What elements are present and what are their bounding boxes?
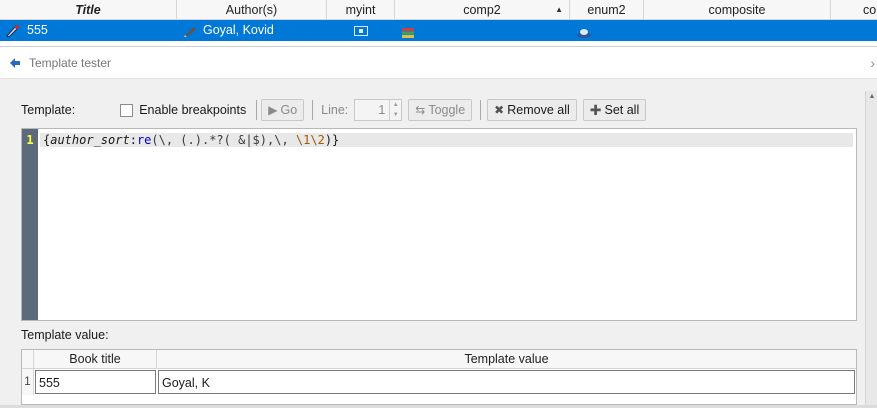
row-myint-cell — [327, 20, 395, 41]
library-selected-row[interactable]: 555 Goyal, Kovid — [0, 20, 877, 41]
template-toolbar: Template: Enable breakpoints ▶ Go Line: … — [21, 97, 647, 123]
enable-breakpoints-checkbox[interactable] — [120, 103, 134, 117]
set-all-label: Set all — [604, 103, 640, 117]
results-header-template-value[interactable]: Template value — [157, 350, 856, 368]
toolbar-separator — [312, 100, 314, 120]
spin-arrows-icon[interactable]: ▲ ▼ — [389, 100, 401, 120]
column-header-comp2-label: comp2 — [463, 3, 501, 17]
row-enum2-cell — [570, 20, 644, 41]
line-value: 1 — [378, 103, 386, 117]
toolbar-separator — [480, 100, 482, 120]
result-book-title[interactable]: 555 — [35, 370, 156, 394]
toolbar-separator — [256, 100, 258, 120]
column-header-title[interactable]: Title — [0, 0, 177, 20]
books-stack-icon — [401, 25, 415, 38]
remove-all-label: Remove all — [507, 103, 570, 117]
go-button[interactable]: ▶ Go — [261, 99, 305, 121]
remove-icon: ✖ — [494, 103, 505, 117]
row-author: Goyal, Kovid — [203, 23, 274, 37]
code-backref-2: \2 — [310, 133, 325, 147]
line-number: 1 — [26, 133, 34, 147]
template-value-label: Template value: — [21, 328, 109, 342]
vertical-scrollbar[interactable]: ▲ — [865, 91, 877, 408]
results-corner — [22, 350, 34, 368]
scroll-up-icon[interactable]: ▲ — [866, 91, 877, 103]
enable-breakpoints-label[interactable]: Enable breakpoints — [139, 103, 246, 117]
row-index: 1 — [22, 369, 34, 395]
table-row[interactable]: 1 555 Goyal, K — [22, 369, 856, 395]
code-line[interactable]: {author_sort:re(\, (.).*?( &|$),\, \1\2)… — [40, 133, 853, 147]
row-title-cell: 555 — [0, 20, 177, 41]
enum-icon — [576, 25, 592, 38]
row-author-cell: Goyal, Kovid — [177, 20, 327, 41]
remove-all-button[interactable]: ✖ Remove all — [487, 99, 577, 121]
chevron-right-icon[interactable]: › — [870, 55, 875, 71]
template-editor[interactable]: 1 {author_sort:re(\, (.).*?( &|$),\, \1\… — [21, 128, 857, 321]
code-colon: : — [129, 133, 137, 147]
line-label: Line: — [321, 103, 349, 117]
toggle-label: Toggle — [428, 103, 466, 117]
row-title: 555 — [27, 23, 48, 37]
template-label: Template: — [21, 103, 76, 117]
code-backref-1: \1 — [295, 133, 311, 147]
row-composite-cell — [644, 20, 831, 41]
dialog-title: Template tester — [29, 55, 112, 70]
plus-icon: ✚ — [589, 101, 602, 118]
code-brace-close: )} — [324, 133, 340, 147]
column-header-composite[interactable]: composite — [644, 0, 831, 20]
line-gutter: 1 — [22, 129, 38, 320]
toggle-icon: ⇆ — [415, 103, 426, 117]
code-keyword: re — [136, 133, 152, 147]
code-function-name: author_sort — [50, 133, 130, 147]
results-table: Book title Template value 1 555 Goyal, K — [21, 349, 857, 405]
dialog-titlebar: Template tester — [0, 47, 877, 79]
sort-ascending-icon: ▲ — [555, 5, 563, 14]
row-comp2-cell — [395, 20, 570, 41]
column-header-co[interactable]: co — [831, 0, 877, 20]
author-icon — [183, 24, 197, 38]
library-table-header: Title Author(s) myint comp2 ▲ enum2 comp… — [0, 0, 877, 20]
template-tester-dialog: Template tester › ▲ Template: Enable bre… — [0, 47, 877, 408]
line-spinbox[interactable]: 1 ▲ ▼ — [354, 99, 403, 121]
myint-icon — [354, 25, 368, 36]
go-label: Go — [280, 103, 298, 117]
code-arguments: (\, (.).*?( &|$),\, — [151, 133, 296, 147]
toggle-button[interactable]: ⇆ Toggle — [408, 99, 473, 121]
book-icon — [5, 24, 21, 38]
column-header-myint[interactable]: myint — [327, 0, 395, 20]
results-header-book-title[interactable]: Book title — [34, 350, 157, 368]
go-icon: ▶ — [268, 103, 278, 117]
column-header-authors[interactable]: Author(s) — [177, 0, 327, 20]
column-header-comp2[interactable]: comp2 ▲ — [395, 0, 570, 20]
back-arrow-icon[interactable] — [9, 57, 21, 69]
column-header-enum2[interactable]: enum2 — [570, 0, 644, 20]
result-template-value[interactable]: Goyal, K — [158, 370, 855, 394]
set-all-button[interactable]: ✚ Set all — [582, 99, 647, 121]
results-header: Book title Template value — [22, 350, 856, 369]
row-co-cell — [831, 20, 877, 41]
